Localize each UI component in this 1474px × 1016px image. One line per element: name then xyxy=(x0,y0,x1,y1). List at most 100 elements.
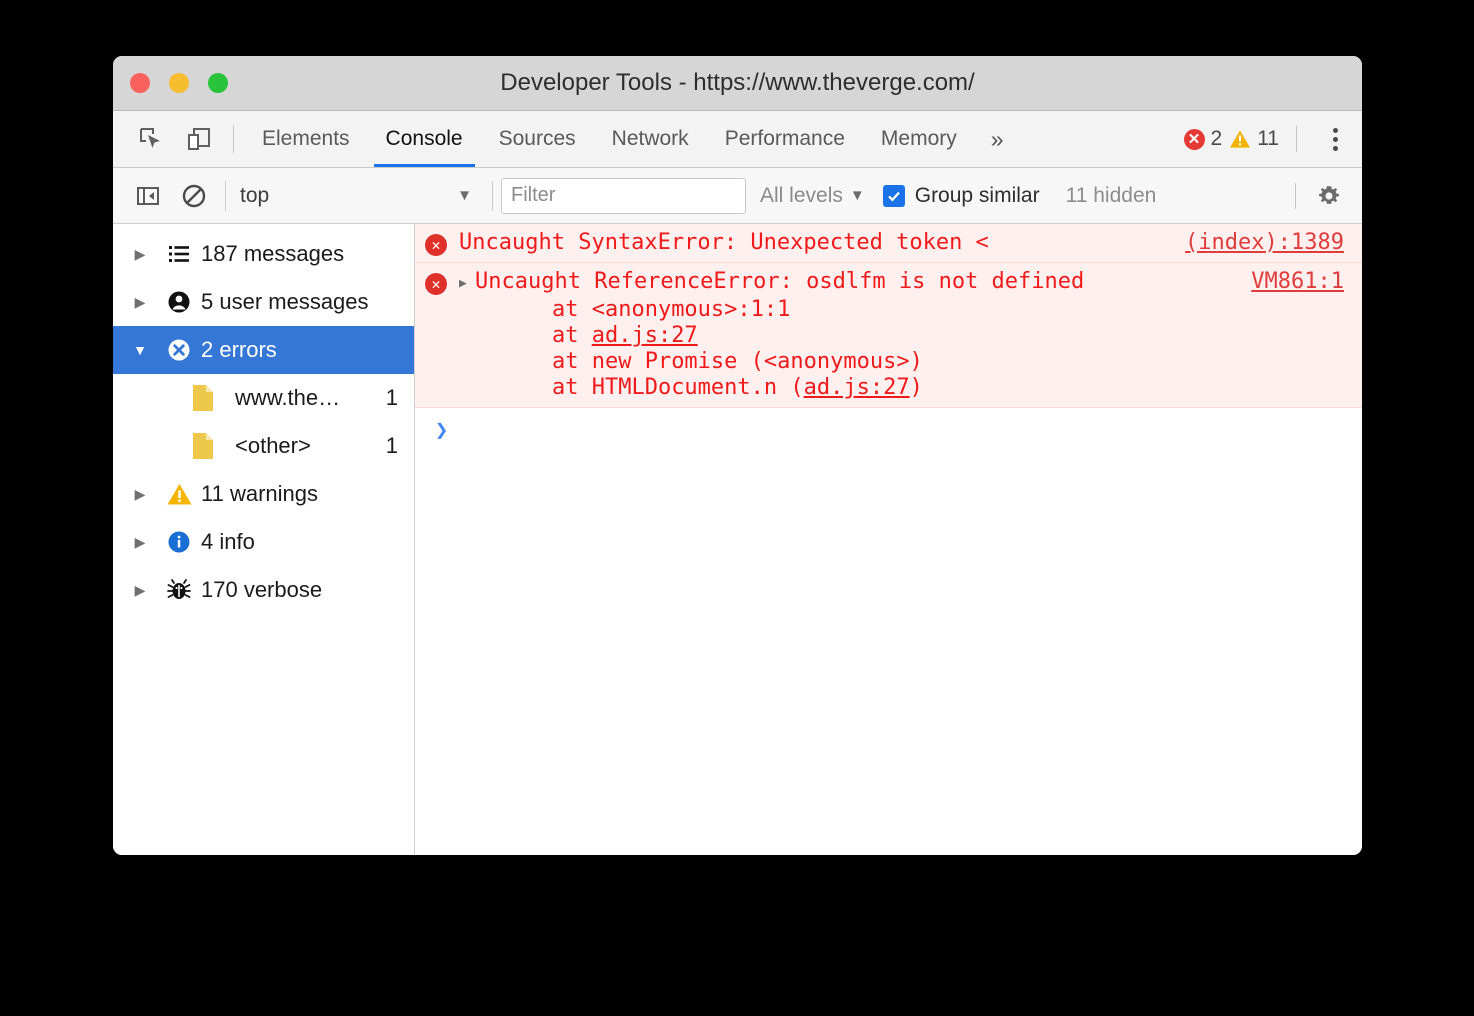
tab-memory[interactable]: Memory xyxy=(863,111,975,167)
sidebar-item-errors-label: 2 errors xyxy=(201,337,414,363)
inspect-element-icon[interactable] xyxy=(127,111,175,167)
group-similar-checkbox[interactable] xyxy=(883,185,905,207)
sidebar-item-info-label: 4 info xyxy=(201,529,414,555)
console-message-list: ✕ Uncaught SyntaxError: Unexpected token… xyxy=(415,224,1362,855)
stack-line-text: <anonymous>:1:1 xyxy=(592,297,791,322)
log-level-selector[interactable]: All levels ▼ xyxy=(760,184,865,208)
tab-sources[interactable]: Sources xyxy=(481,111,594,167)
error-counter[interactable]: ✕ 2 xyxy=(1184,127,1223,151)
issue-counters: ✕ 2 11 xyxy=(1184,111,1363,167)
sidebar-error-source-0-count: 1 xyxy=(386,385,398,411)
console-prompt[interactable]: ❯ xyxy=(415,408,1362,443)
console-message-row[interactable]: ✕ ▶Uncaught ReferenceError: osdlfm is no… xyxy=(415,263,1362,408)
execution-context-label: top xyxy=(240,184,269,208)
device-toolbar-icon[interactable] xyxy=(175,111,223,167)
sidebar-error-source-1[interactable]: <other> 1 xyxy=(113,422,414,470)
toolbar-divider xyxy=(233,125,234,153)
chevron-down-icon: ▼ xyxy=(457,187,472,204)
stack-line-prefix: at xyxy=(499,349,592,374)
console-message-row[interactable]: ✕ Uncaught SyntaxError: Unexpected token… xyxy=(415,224,1362,263)
title-bar: Developer Tools - https://www.theverge.c… xyxy=(113,56,1362,111)
log-level-label: All levels xyxy=(760,184,843,208)
chevron-down-icon: ▼ xyxy=(850,187,865,204)
stack-line-link[interactable]: ad.js:27 xyxy=(592,323,698,348)
group-similar-toggle[interactable]: Group similar xyxy=(883,184,1040,208)
tab-performance[interactable]: Performance xyxy=(707,111,863,167)
execution-context-selector[interactable]: top ▼ xyxy=(234,184,484,208)
warning-triangle-icon xyxy=(157,482,201,507)
tab-console[interactable]: Console xyxy=(368,111,481,167)
chevron-right-icon[interactable]: ▶ xyxy=(123,582,157,599)
sidebar-item-user-messages-label: 5 user messages xyxy=(201,289,414,315)
window-title: Developer Tools - https://www.theverge.c… xyxy=(113,69,1362,97)
more-tabs-label: » xyxy=(991,126,1004,153)
show-console-sidebar-icon[interactable] xyxy=(125,183,171,209)
chevron-right-icon[interactable]: ▶ xyxy=(123,486,157,503)
error-circle-icon: ✕ xyxy=(1184,129,1205,150)
error-count-label: 2 xyxy=(1211,127,1223,151)
hidden-messages-label: 11 hidden xyxy=(1066,184,1157,208)
sidebar-error-source-1-count: 1 xyxy=(386,433,398,459)
warning-triangle-icon xyxy=(1229,129,1251,149)
sidebar-error-source-1-label: <other> xyxy=(235,433,386,459)
filterbar-divider-1 xyxy=(225,181,226,211)
sidebar-item-errors[interactable]: ▼ 2 errors xyxy=(113,326,414,374)
more-options-icon[interactable] xyxy=(1314,128,1356,151)
sidebar-item-warnings[interactable]: ▶ 11 warnings xyxy=(113,470,414,518)
tab-network-label: Network xyxy=(612,127,689,151)
sidebar-item-warnings-label: 11 warnings xyxy=(201,481,414,507)
chevron-right-icon[interactable]: ▶ xyxy=(123,246,157,263)
toolbar-spacer xyxy=(1020,111,1184,167)
stack-line-link[interactable]: ad.js:27 xyxy=(804,375,910,400)
expand-stack-trace-icon[interactable]: ▶ xyxy=(459,276,475,291)
stack-line-prefix: at xyxy=(499,297,592,322)
console-message-source-link[interactable]: (index):1389 xyxy=(1185,230,1344,255)
chevron-right-icon[interactable]: ▶ xyxy=(123,534,157,551)
sidebar-item-info[interactable]: ▶ 4 info xyxy=(113,518,414,566)
stack-line-text: new Promise (<anonymous>) xyxy=(592,349,923,374)
document-icon xyxy=(191,384,235,412)
group-similar-label: Group similar xyxy=(915,184,1040,208)
list-icon xyxy=(157,241,201,267)
devtools-window: Developer Tools - https://www.theverge.c… xyxy=(113,56,1362,855)
bug-icon xyxy=(157,577,201,603)
sidebar-item-messages[interactable]: ▶ 187 messages xyxy=(113,230,414,278)
tab-elements-label: Elements xyxy=(262,127,350,151)
person-icon xyxy=(157,289,201,315)
warning-count-label: 11 xyxy=(1257,127,1279,151)
error-circle-icon xyxy=(157,337,201,363)
console-body: ▶ 187 messages ▶ xyxy=(113,224,1362,855)
sidebar-item-user-messages[interactable]: ▶ 5 user messages xyxy=(113,278,414,326)
console-message-source-link[interactable]: VM861:1 xyxy=(1251,269,1344,294)
filter-input[interactable] xyxy=(501,178,746,214)
chevron-down-icon[interactable]: ▼ xyxy=(123,342,157,358)
filterbar-divider-2 xyxy=(492,181,493,211)
prompt-chevron-icon: ❯ xyxy=(435,418,448,443)
tab-console-label: Console xyxy=(386,127,463,151)
sidebar-item-verbose[interactable]: ▶ 170 verbose xyxy=(113,566,414,614)
stack-line-prefix: at xyxy=(499,375,592,400)
tab-network[interactable]: Network xyxy=(594,111,707,167)
tab-sources-label: Sources xyxy=(499,127,576,151)
stack-trace-line: at HTMLDocument.n (ad.js:27) xyxy=(459,375,1348,401)
filterbar-divider-3 xyxy=(1295,183,1296,209)
tab-elements[interactable]: Elements xyxy=(244,111,368,167)
warning-counter[interactable]: 11 xyxy=(1229,127,1279,151)
document-icon xyxy=(191,432,235,460)
tab-performance-label: Performance xyxy=(725,127,845,151)
sidebar-error-source-0[interactable]: www.the… 1 xyxy=(113,374,414,422)
info-circle-icon xyxy=(157,529,201,555)
clear-console-icon[interactable] xyxy=(171,183,217,209)
tab-memory-label: Memory xyxy=(881,127,957,151)
chevron-right-icon[interactable]: ▶ xyxy=(123,294,157,311)
stack-trace: at <anonymous>:1:1 at ad.js:27 at new Pr… xyxy=(459,297,1348,401)
checkmark-icon xyxy=(886,188,902,204)
error-circle-icon: ✕ xyxy=(425,269,459,401)
gear-icon[interactable] xyxy=(1306,183,1352,209)
console-sidebar: ▶ 187 messages ▶ xyxy=(113,224,415,855)
devtools-tab-bar: Elements Console Sources Network Perform… xyxy=(113,111,1362,168)
more-tabs-icon[interactable]: » xyxy=(975,111,1020,167)
stack-trace-line: at new Promise (<anonymous>) xyxy=(459,349,1348,375)
console-message-text: Uncaught SyntaxError: Unexpected token < xyxy=(459,230,989,255)
stack-trace-line: at ad.js:27 xyxy=(459,323,1348,349)
